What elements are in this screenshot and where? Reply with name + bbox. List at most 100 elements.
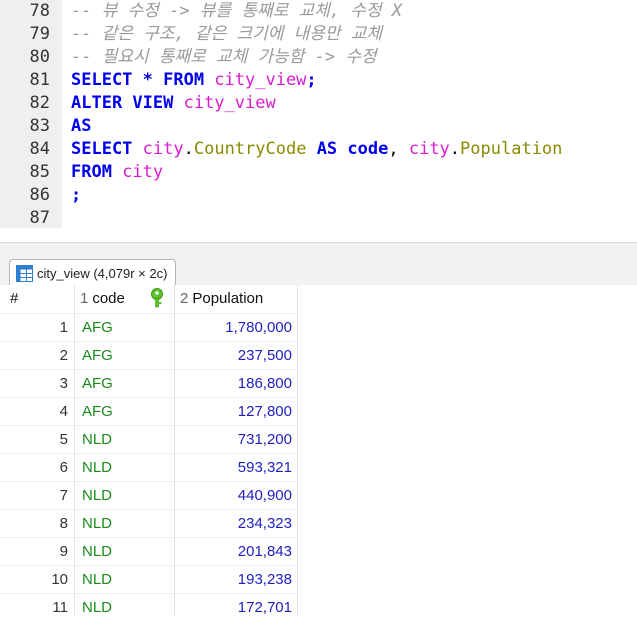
column-name: Population <box>192 290 264 307</box>
code-token: ; <box>71 185 82 205</box>
table-row[interactable]: 2 AFG 237,500 <box>0 341 298 370</box>
line-number: 78 <box>29 1 50 21</box>
code-token: -- 뷰 수정 -> 뷰를 통째로 교체, 수정 X <box>71 1 402 21</box>
code-text[interactable]: -- 필요시 통째로 교체 가능함 -> 수정 <box>71 46 377 69</box>
code-token: SELECT <box>71 139 143 159</box>
line-number: 79 <box>29 24 50 44</box>
line-number: 83 <box>29 116 50 136</box>
code-cell[interactable]: NLD <box>82 426 112 454</box>
column-number: 1 <box>80 290 89 307</box>
population-cell[interactable]: 186,800 <box>176 370 292 398</box>
code-token: CountryCode <box>193 139 307 159</box>
code-cell[interactable]: AFG <box>82 314 113 342</box>
population-cell[interactable]: 1,780,000 <box>176 314 292 342</box>
code-cell[interactable]: NLD <box>82 510 112 538</box>
table-row[interactable]: 8 NLD 234,323 <box>0 509 298 538</box>
line-number: 80 <box>29 47 50 67</box>
table-row[interactable]: 3 AFG 186,800 <box>0 369 298 398</box>
code-line[interactable]: 81 SELECT * FROM city_view; <box>0 69 637 92</box>
population-cell[interactable]: 731,200 <box>176 426 292 454</box>
code-token: ; <box>306 70 317 90</box>
line-number: 84 <box>29 139 50 159</box>
line-number: 82 <box>29 93 50 113</box>
row-index-cell: 11 <box>52 599 68 616</box>
code-cell[interactable]: NLD <box>82 482 112 510</box>
code-token: city_view <box>214 70 307 90</box>
population-cell[interactable]: 201,843 <box>176 538 292 566</box>
row-index-cell: 6 <box>59 459 68 476</box>
table-grid-icon <box>16 264 33 282</box>
code-token: city <box>408 139 450 159</box>
code-line[interactable]: 87 <box>0 207 637 228</box>
line-number: 85 <box>29 162 50 182</box>
code-text[interactable]: FROM city <box>71 161 163 184</box>
code-token: FROM <box>71 162 123 182</box>
code-line[interactable]: 78 -- 뷰 수정 -> 뷰를 통째로 교체, 수정 X <box>0 0 637 23</box>
row-index-cell: 10 <box>51 571 68 588</box>
table-row[interactable]: 7 NLD 440,900 <box>0 481 298 510</box>
table-row[interactable]: 1 AFG 1,780,000 <box>0 313 298 342</box>
row-index-header: # <box>10 285 70 313</box>
population-cell[interactable]: 593,321 <box>176 454 292 482</box>
sql-editor[interactable]: 78 -- 뷰 수정 -> 뷰를 통째로 교체, 수정 X 79 -- 같은 구조, … <box>0 0 637 228</box>
code-text[interactable]: SELECT city.CountryCode AS code, city.Po… <box>71 138 562 161</box>
code-cell[interactable]: AFG <box>82 370 113 398</box>
code-line[interactable]: 80 -- 필요시 통째로 교체 가능함 -> 수정 <box>0 46 637 69</box>
table-row[interactable]: 6 NLD 593,321 <box>0 453 298 482</box>
code-cell[interactable]: AFG <box>82 342 113 370</box>
code-line[interactable]: 84 SELECT city.CountryCode AS code, city.… <box>0 138 637 161</box>
row-index-cell: 8 <box>59 515 68 532</box>
code-cell[interactable]: AFG <box>82 398 113 426</box>
code-text[interactable]: ; <box>71 184 81 207</box>
code-text[interactable]: SELECT * FROM city_view; <box>71 69 317 92</box>
code-token: ALTER VIEW <box>71 93 184 113</box>
results-tab-bar: city_view (4,079r × 2c) <box>0 243 637 286</box>
code-text[interactable]: -- 뷰 수정 -> 뷰를 통째로 교체, 수정 X <box>71 0 402 23</box>
column-header-population[interactable]: 2 Population <box>180 285 295 313</box>
population-cell[interactable]: 193,238 <box>176 566 292 594</box>
code-text[interactable]: ALTER VIEW city_view <box>71 92 276 115</box>
population-cell[interactable]: 172,701 <box>176 594 292 622</box>
code-line[interactable]: 83 AS <box>0 115 637 138</box>
line-number: 87 <box>29 208 50 228</box>
code-line[interactable]: 82 ALTER VIEW city_view <box>0 92 637 115</box>
line-number: 81 <box>29 70 50 90</box>
column-number: 2 <box>180 290 189 307</box>
result-tab-city-view[interactable]: city_view (4,079r × 2c) <box>9 259 177 286</box>
code-token: SELECT * FROM <box>71 70 215 90</box>
table-row[interactable]: 4 AFG 127,800 <box>0 397 298 426</box>
code-line[interactable]: 86; <box>0 184 637 207</box>
row-index-cell: 3 <box>59 375 68 392</box>
table-row[interactable]: 10 NLD 193,238 <box>0 565 298 594</box>
table-row[interactable]: 9 NLD 201,843 <box>0 537 298 566</box>
code-cell[interactable]: NLD <box>82 566 112 594</box>
population-cell[interactable]: 127,800 <box>176 398 292 426</box>
code-cell[interactable]: NLD <box>82 454 112 482</box>
row-index-cell: 1 <box>59 319 68 336</box>
code-line[interactable]: 85 FROM city <box>0 161 637 184</box>
population-cell[interactable]: 234,323 <box>176 510 292 538</box>
code-token: Population <box>460 139 563 159</box>
code-line[interactable]: 79 -- 같은 구조, 같은 크기에 내용만 교체 <box>0 23 637 46</box>
code-token: city <box>142 139 184 159</box>
code-token: . <box>449 139 461 159</box>
code-token: AS <box>306 139 348 159</box>
code-cell[interactable]: NLD <box>82 594 112 622</box>
population-cell[interactable]: 237,500 <box>176 342 292 370</box>
column-name: code <box>92 290 125 307</box>
code-cell[interactable]: NLD <box>82 538 112 566</box>
row-index-cell: 4 <box>59 403 68 420</box>
column-header-code[interactable]: 1 code <box>80 285 170 313</box>
population-cell[interactable]: 440,900 <box>176 482 292 510</box>
row-index-cell: 7 <box>59 487 68 504</box>
code-text[interactable]: AS <box>71 115 91 138</box>
code-text[interactable]: -- 같은 구조, 같은 크기에 내용만 교체 <box>71 23 382 46</box>
table-row[interactable]: 5 NLD 731,200 <box>0 425 298 454</box>
code-token: code <box>347 139 389 159</box>
table-row[interactable]: 11 NLD 172,701 <box>0 593 298 622</box>
code-token: city <box>122 162 164 182</box>
results-grid[interactable]: # 1 code 2 Population 1 AFG 1,780,000 2 AFG 237… <box>0 285 637 616</box>
code-token: -- 같은 구조, 같은 크기에 내용만 교체 <box>71 24 383 44</box>
code-token: , <box>388 139 409 159</box>
line-number: 86 <box>29 185 50 205</box>
